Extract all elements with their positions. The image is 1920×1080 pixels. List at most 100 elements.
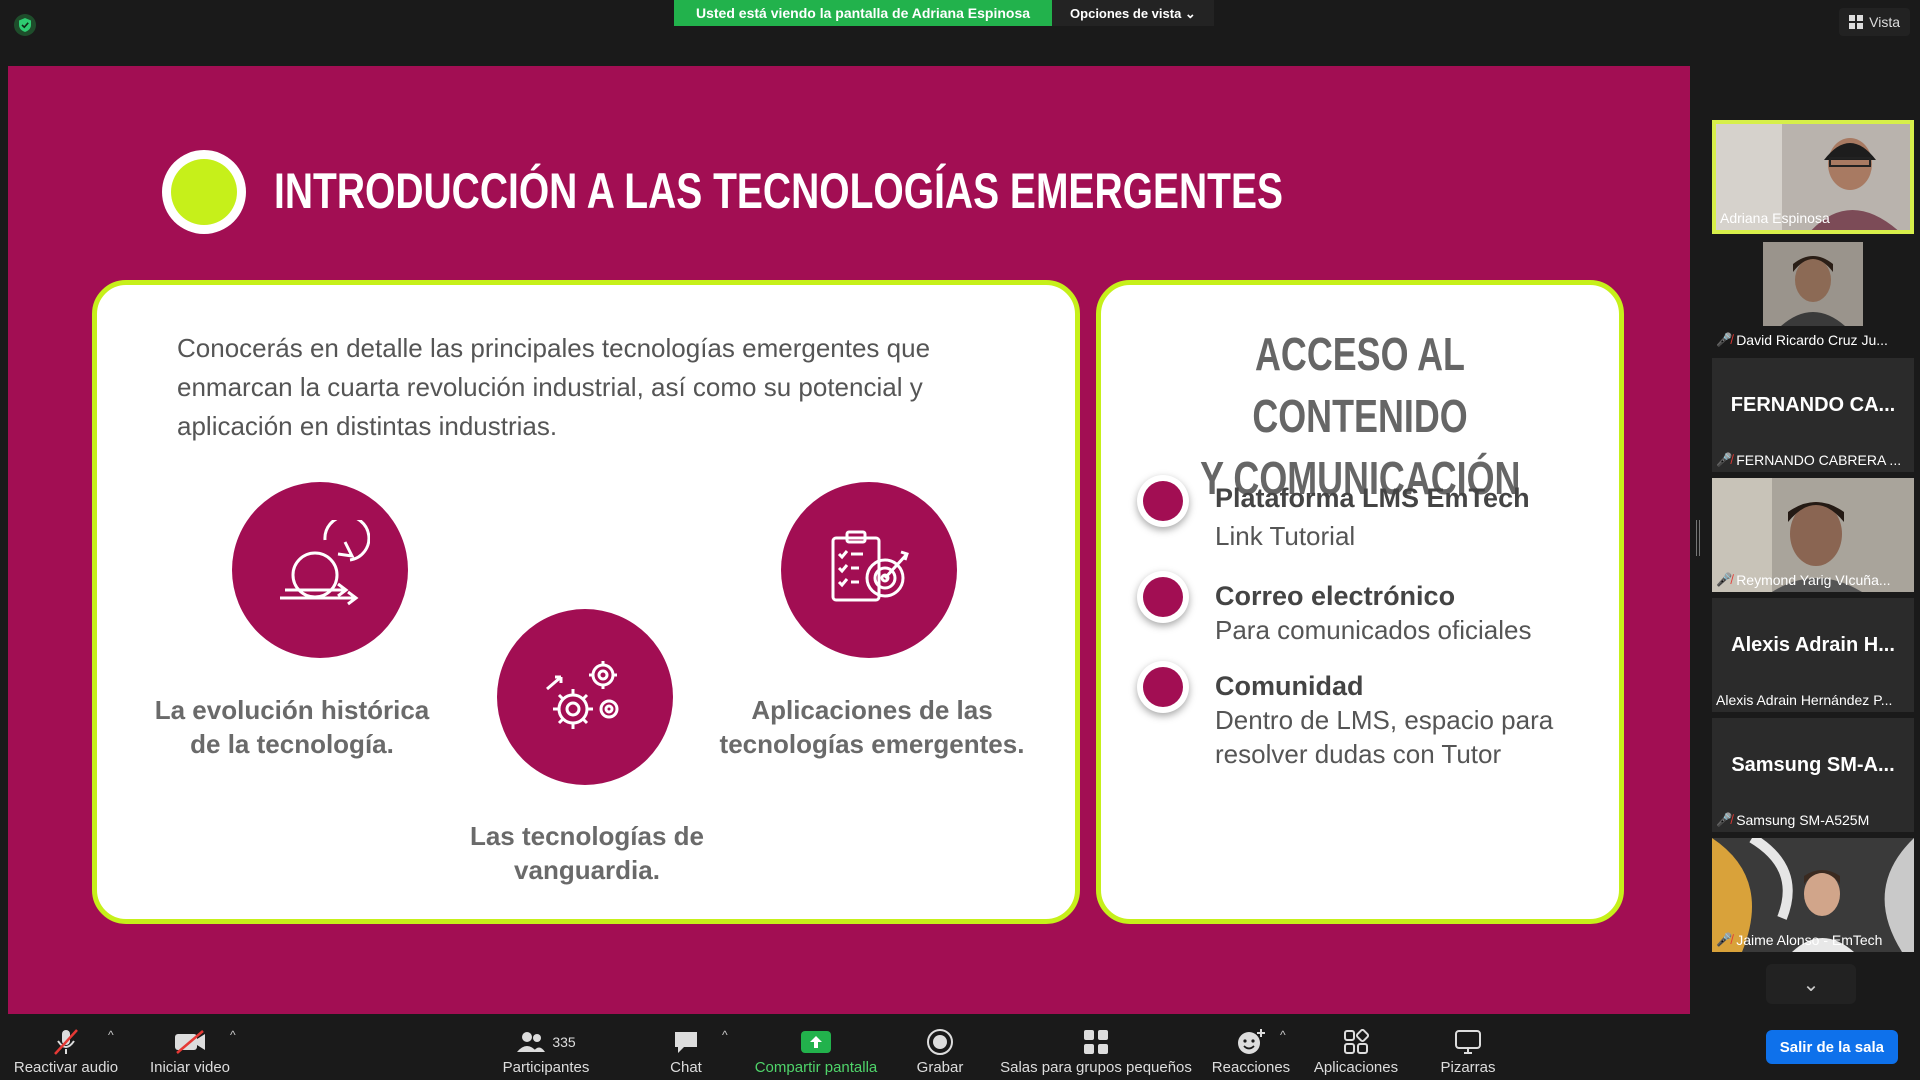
bullet-icon — [1137, 661, 1189, 713]
participant-name: David Ricardo Cruz Ju... — [1736, 332, 1888, 348]
start-video-button[interactable]: Iniciar video — [130, 1016, 250, 1080]
whiteboards-button[interactable]: Pizarras — [1418, 1016, 1518, 1080]
participants-icon — [517, 1032, 546, 1052]
topic-caption-history: La evolución histórica de la tecnología. — [154, 695, 430, 759]
participant-name: Alexis Adrain Hernández P... — [1716, 692, 1893, 708]
participant-tile-jaime[interactable]: 🎤̸ Jaime Alonso - EmTech — [1712, 838, 1914, 952]
topic-caption-vanguard: Las tecnologías de vanguardia. — [469, 821, 705, 885]
chat-label: Chat — [670, 1059, 702, 1076]
participant-display-name: Alexis Adrain H... — [1731, 634, 1895, 656]
video-options-caret-icon[interactable]: ^ — [230, 1028, 236, 1042]
security-shield-icon[interactable] — [14, 14, 36, 36]
muted-mic-icon: 🎤̸ — [1716, 572, 1733, 587]
breakout-rooms-label: Salas para grupos pequeños — [1000, 1059, 1192, 1076]
participant-tile-reymond[interactable]: 🎤̸ Reymond Yarig VIcuña... — [1712, 478, 1914, 592]
title-bullet-icon — [162, 150, 246, 234]
video-off-icon — [173, 1025, 207, 1059]
participant-tile-david[interactable]: 🎤̸ David Ricardo Cruz Ju... — [1712, 238, 1914, 352]
chat-options-caret-icon[interactable]: ^ — [722, 1028, 728, 1042]
participant-tile-fernando[interactable]: FERNANDO CA... 🎤̸ FERNANDO CABRERA ... — [1712, 358, 1914, 472]
access-item-lms: Plataforma LMS EmTech Link Tutorial — [1137, 475, 1607, 555]
share-screen-button[interactable]: Compartir pantalla — [746, 1016, 886, 1080]
muted-mic-icon: 🎤̸ — [1716, 932, 1733, 947]
participant-name: Reymond Yarig VIcuña... — [1736, 572, 1891, 588]
participant-name: Jaime Alonso - EmTech — [1736, 932, 1883, 948]
view-options-dropdown[interactable]: Opciones de vista ⌄ — [1052, 0, 1214, 26]
breakout-rooms-button[interactable]: Salas para grupos pequeños — [994, 1016, 1198, 1080]
whiteboards-label: Pizarras — [1440, 1059, 1496, 1076]
participant-name: FERNANDO CABRERA ... — [1736, 452, 1902, 468]
checklist-target-icon — [781, 482, 957, 658]
start-video-label: Iniciar video — [149, 1059, 231, 1076]
unmute-button[interactable]: Reactivar audio — [6, 1016, 126, 1080]
unmute-label: Reactivar audio — [13, 1059, 119, 1076]
scroll-down-button[interactable]: ⌄ — [1766, 964, 1856, 1004]
access-item-heading: Comunidad — [1215, 671, 1364, 701]
view-button[interactable]: Vista — [1839, 8, 1910, 36]
access-item-sub: Link Tutorial — [1215, 521, 1356, 551]
participant-name: Samsung SM-A525M — [1736, 812, 1870, 828]
reactions-label: Reacciones — [1211, 1059, 1291, 1076]
shared-slide: INTRODUCCIÓN A LAS TECNOLOGÍAS EMERGENTE… — [8, 66, 1690, 1014]
intro-card: Conocerás en detalle las principales tec… — [92, 280, 1080, 924]
audio-options-caret-icon[interactable]: ^ — [108, 1028, 114, 1042]
access-item-community: Comunidad Dentro de LMS, espacio para re… — [1137, 661, 1607, 771]
sharing-status-text: Usted está viendo la pantalla de Adriana… — [674, 0, 1053, 26]
record-label: Grabar — [916, 1059, 964, 1076]
screen-share-banner: Usted está viendo la pantalla de Adriana… — [674, 0, 1214, 26]
access-item-sub: Dentro de LMS, espacio para resolver dud… — [1215, 705, 1554, 769]
record-button[interactable]: Grabar — [890, 1016, 990, 1080]
participant-display-name: Samsung SM-A... — [1731, 754, 1895, 776]
chat-button[interactable]: Chat — [636, 1016, 736, 1080]
muted-mic-icon: 🎤̸ — [1716, 332, 1733, 347]
participant-tile-alexis[interactable]: Alexis Adrain H... Alexis Adrain Hernánd… — [1712, 598, 1914, 712]
chevron-down-icon: ⌄ — [1802, 973, 1820, 996]
view-button-label: Vista — [1869, 14, 1900, 30]
participant-count: 335 — [552, 1034, 576, 1050]
apps-label: Aplicaciones — [1313, 1059, 1399, 1076]
apps-button[interactable]: Aplicaciones — [1306, 1016, 1406, 1080]
bullet-icon — [1137, 475, 1189, 527]
access-title-line1: ACCESO AL CONTENIDO — [1252, 328, 1468, 442]
intro-text: Conocerás en detalle las principales tec… — [177, 333, 931, 441]
breakout-rooms-icon — [1083, 1025, 1109, 1059]
access-card: ACCESO AL CONTENIDO Y COMUNICACIÓN Plata… — [1096, 280, 1624, 924]
reactions-button[interactable]: Reacciones — [1206, 1016, 1296, 1080]
participants-label: Participantes — [502, 1059, 590, 1076]
access-item-sub: Para comunicados oficiales — [1215, 615, 1532, 645]
topic-caption-applications: Aplicaciones de las tecnologías emergent… — [719, 695, 1025, 759]
share-screen-label: Compartir pantalla — [754, 1059, 878, 1076]
view-options-label: Opciones de vista — [1070, 6, 1182, 21]
cycle-arrows-icon — [232, 482, 408, 658]
share-screen-icon — [800, 1025, 832, 1059]
access-item-heading: Plataforma LMS EmTech — [1215, 483, 1530, 513]
chevron-down-icon: ⌄ — [1184, 6, 1196, 21]
slide-title: INTRODUCCIÓN A LAS TECNOLOGÍAS EMERGENTE… — [274, 163, 1283, 219]
access-item-email: Correo electrónico Para comunicados ofic… — [1137, 571, 1607, 651]
muted-mic-icon: 🎤̸ — [1716, 812, 1733, 827]
record-icon — [926, 1025, 954, 1059]
meeting-toolbar: Reactivar audio ^ Iniciar video ^ 335 Pa… — [0, 1016, 1920, 1080]
emoji-plus-icon — [1236, 1025, 1266, 1059]
whiteboard-icon — [1454, 1025, 1482, 1059]
apps-icon — [1343, 1025, 1369, 1059]
panel-resize-handle[interactable] — [1696, 520, 1700, 556]
gears-icon — [497, 609, 673, 785]
participants-icon-wrap: 335 — [516, 1025, 576, 1059]
access-item-heading: Correo electrónico — [1215, 581, 1456, 611]
bullet-icon — [1137, 571, 1189, 623]
participant-name: Adriana Espinosa — [1720, 210, 1830, 226]
participant-gallery: Adriana Espinosa 🎤̸ David Ricardo Cruz Ju… — [1706, 56, 1920, 1016]
participant-video — [1763, 242, 1863, 326]
participant-display-name: FERNANDO CA... — [1730, 394, 1896, 416]
reactions-options-caret-icon[interactable]: ^ — [1280, 1028, 1286, 1042]
participant-tile-adriana[interactable]: Adriana Espinosa — [1712, 120, 1914, 234]
participant-tile-samsung[interactable]: Samsung SM-A... 🎤̸ Samsung SM-A525M — [1712, 718, 1914, 832]
participants-button[interactable]: 335 Participantes — [486, 1016, 606, 1080]
chat-bubble-icon — [672, 1025, 700, 1059]
zoom-meeting-window: Usted está viendo la pantalla de Adriana… — [0, 0, 1920, 1080]
leave-room-button[interactable]: Salir de la sala — [1765, 1030, 1898, 1064]
muted-mic-icon: 🎤̸ — [1716, 452, 1733, 467]
grid-view-icon — [1849, 15, 1864, 29]
muted-microphone-icon — [51, 1025, 81, 1059]
